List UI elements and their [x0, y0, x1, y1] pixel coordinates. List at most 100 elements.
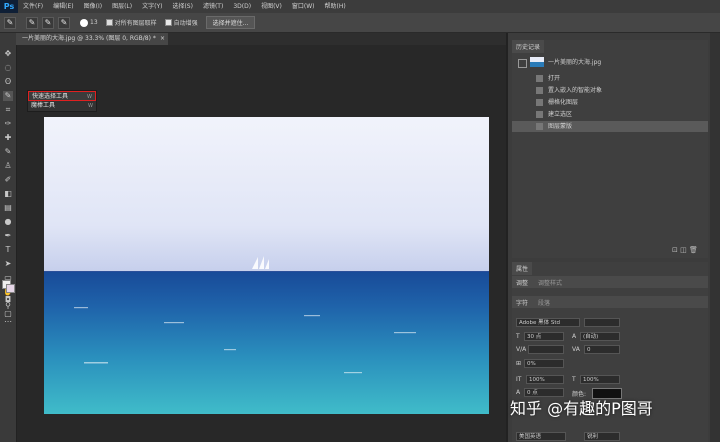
snapshot-label: 一片美丽的大海.jpg	[548, 59, 602, 66]
add-to-selection-icon[interactable]: ✎	[42, 16, 54, 29]
quick-mask-icon[interactable]: ◘	[3, 295, 13, 305]
sample-all-layers-label: 对所有图层取样	[114, 20, 157, 27]
history-step-icon	[536, 111, 543, 118]
menu-type[interactable]: 文字(Y)	[137, 0, 167, 13]
history-snapshot[interactable]: 一片美丽的大海.jpg	[512, 57, 708, 68]
snapshot-checkbox-icon[interactable]	[518, 59, 527, 68]
select-and-mask-button[interactable]: 选择并遮住...	[205, 16, 256, 29]
type-tool-icon[interactable]: T	[3, 245, 13, 255]
subtract-selection-icon[interactable]: ✎	[58, 16, 70, 29]
trash-icon[interactable]: 🗑	[689, 246, 698, 254]
tool-preset-picker[interactable]: ✎	[4, 16, 16, 29]
language-select[interactable]: 美国英语	[516, 432, 566, 441]
document-tab-title: 一片美丽的大海.jpg @ 33.3% (图层 0, RGB/8) *	[22, 35, 156, 42]
menu-file[interactable]: 文件(F)	[18, 0, 48, 13]
sea-photo[interactable]	[44, 117, 489, 414]
kerning-icon: V/A	[516, 346, 527, 353]
scale-field[interactable]: 0%	[524, 359, 564, 368]
brush-size-picker[interactable]	[80, 18, 88, 27]
kerning-field[interactable]	[528, 345, 564, 354]
character-row[interactable]: 字符 段落	[512, 296, 708, 308]
history-brush-icon[interactable]: ✐	[3, 175, 13, 185]
quick-selection-tool-icon[interactable]: ✎	[3, 91, 13, 101]
history-step-icon	[536, 75, 543, 82]
photoshop-logo: Ps	[0, 0, 18, 13]
antialias-select[interactable]: 锐利	[584, 432, 620, 441]
sky	[44, 117, 489, 272]
marquee-tool-icon[interactable]: ◌	[3, 63, 13, 73]
history-tab[interactable]: 历史记录	[512, 40, 545, 53]
document-tab[interactable]: 一片美丽的大海.jpg @ 33.3% (图层 0, RGB/8) * ×	[16, 33, 168, 45]
vertical-scale-icon: IT	[516, 376, 522, 383]
menu-edit[interactable]: 编辑(E)	[48, 0, 78, 13]
menu-view[interactable]: 视图(V)	[256, 0, 287, 13]
tracking-field[interactable]: 0	[584, 345, 620, 354]
eyedropper-tool-icon[interactable]: ✑	[3, 119, 13, 129]
menu-3d[interactable]: 3D(D)	[228, 0, 256, 13]
vertical-scale-field[interactable]: 100%	[526, 375, 564, 384]
history-footer-icons: ⊡ ◫ 🗑	[672, 246, 708, 256]
history-panel: 历史记录 一片美丽的大海.jpg 打开 置入嵌入的智能对象 栅格化图层 建立选区…	[512, 40, 708, 258]
menu-help[interactable]: 帮助(H)	[320, 0, 351, 13]
menu-image[interactable]: 图像(I)	[79, 0, 107, 13]
close-tab-icon[interactable]: ×	[160, 33, 165, 45]
menu-filter[interactable]: 滤镜(T)	[198, 0, 228, 13]
magic-wand-shortcut: W	[88, 103, 93, 109]
path-selection-icon[interactable]: ➤	[3, 259, 13, 269]
history-item[interactable]: 置入嵌入的智能对象	[512, 85, 708, 96]
magic-wand-tool-option[interactable]: 魔棒工具 W	[28, 101, 96, 111]
font-style-select[interactable]	[584, 318, 620, 327]
menu-layer[interactable]: 图层(L)	[107, 0, 137, 13]
screen-mode-icon[interactable]: ▢	[3, 309, 13, 319]
menu-bar: Ps 文件(F) 编辑(E) 图像(I) 图层(L) 文字(Y) 选择(S) 滤…	[0, 0, 720, 13]
camera-icon[interactable]: ⊡	[672, 246, 678, 254]
leading-field[interactable]: (自动)	[580, 332, 620, 341]
document-tab-bar: 一片美丽的大海.jpg @ 33.3% (图层 0, RGB/8) * ×	[16, 33, 506, 45]
baseline-field[interactable]: 0 点	[524, 388, 564, 397]
properties-tab[interactable]: 属性	[512, 262, 533, 275]
options-bar: ✎ ✎ ✎ ✎ 13 对所有图层取样 自动增强 选择并遮住...	[0, 13, 720, 33]
history-item[interactable]: 建立选区	[512, 109, 708, 120]
auto-enhance-label: 自动增强	[173, 20, 198, 27]
lasso-tool-icon[interactable]: ʘ	[3, 77, 13, 87]
history-step-icon	[536, 99, 543, 106]
adjustments-row[interactable]: 调整 调整样式	[512, 276, 708, 288]
font-family-select[interactable]: Adobe 黑体 Std	[516, 318, 580, 327]
scale-icon: ⊞	[516, 360, 522, 367]
horizontal-scale-field[interactable]: 100%	[580, 375, 620, 384]
menu-select[interactable]: 选择(S)	[167, 0, 198, 13]
clone-stamp-icon[interactable]: ♙	[3, 161, 13, 171]
sample-all-layers-checkbox[interactable]	[105, 19, 113, 26]
healing-brush-icon[interactable]: ✚	[3, 133, 13, 143]
sea	[44, 271, 489, 414]
eraser-tool-icon[interactable]: ◧	[3, 189, 13, 199]
baseline-icon: A	[516, 389, 521, 396]
snapshot-thumbnail	[530, 57, 544, 67]
history-item[interactable]: 栅格化图层	[512, 97, 708, 108]
move-tool-icon[interactable]: ✥	[3, 49, 13, 59]
brush-tool-icon[interactable]: ✎	[3, 147, 13, 157]
new-selection-icon[interactable]: ✎	[26, 16, 38, 29]
horizontal-scale-icon: T	[572, 376, 576, 383]
history-step-icon	[536, 123, 543, 130]
zhihu-watermark: 知乎 @有趣的P图哥	[510, 399, 653, 418]
tracking-icon: VA	[572, 346, 580, 353]
dodge-tool-icon[interactable]: ●	[3, 217, 13, 227]
new-document-icon[interactable]: ◫	[680, 246, 687, 254]
history-item[interactable]: 打开	[512, 73, 708, 84]
tools-panel: ✥ ◌ ʘ ✎ ⌗ ✑ ✚ ✎ ♙ ✐ ◧ ▤ ● ✒ T ➤ ▭ ✋ ⚲ ⋯ …	[0, 33, 17, 442]
pen-tool-icon[interactable]: ✒	[3, 231, 13, 241]
background-color-swatch[interactable]	[6, 284, 15, 293]
quick-selection-tool-option[interactable]: 快速选择工具 W	[28, 91, 96, 101]
menu-window[interactable]: 窗口(W)	[287, 0, 320, 13]
selection-tools-flyout: 快速选择工具 W 魔棒工具 W	[27, 90, 97, 112]
crop-tool-icon[interactable]: ⌗	[3, 105, 13, 115]
history-item[interactable]: 图层蒙版	[512, 121, 708, 132]
gradient-tool-icon[interactable]: ▤	[3, 203, 13, 213]
magic-wand-label: 魔棒工具	[31, 102, 56, 109]
font-size-icon: T	[516, 333, 520, 340]
font-size-field[interactable]: 30 点	[524, 332, 564, 341]
auto-enhance-checkbox[interactable]	[164, 19, 172, 26]
panel-collapse-strip[interactable]	[710, 33, 720, 442]
history-step-icon	[536, 87, 543, 94]
